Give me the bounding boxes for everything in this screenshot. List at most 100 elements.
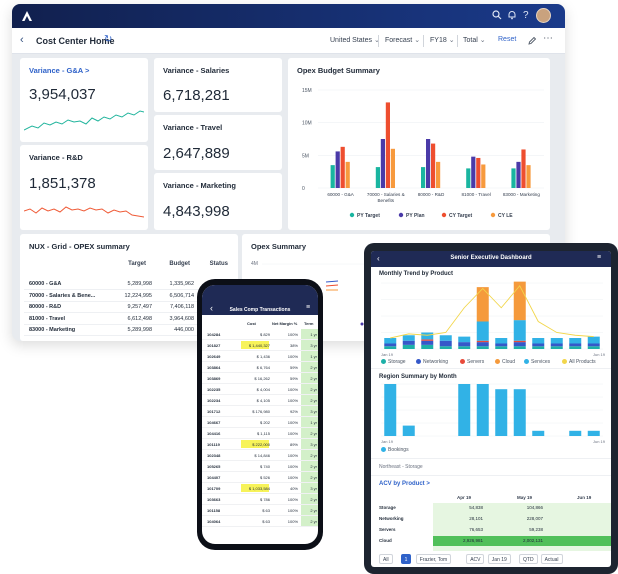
tile-title[interactable]: Variance - G&A > [29, 66, 89, 75]
help-icon[interactable]: ? [523, 10, 529, 22]
legend-swatch [490, 212, 496, 218]
target-value: 9,257,497 [127, 304, 152, 310]
row-label: Cloud [379, 538, 392, 543]
region-summary-chart [381, 383, 603, 437]
cost-value: $ 1,440,327 [248, 343, 270, 348]
filter-country[interactable]: United States ⌄ [330, 36, 380, 44]
table-row[interactable]: 102348 $ 14,846 100% 2 yr [202, 450, 318, 461]
tile-variance-marketing[interactable]: Variance - Marketing 4,843,998 [154, 173, 282, 230]
table-row[interactable]: 104407 $ 526 100% 2 yr [202, 472, 318, 483]
bar [380, 139, 385, 188]
tile-variance-rd[interactable]: Variance - R&D 1,851,378 [20, 145, 148, 230]
target-value: 5,289,998 [127, 327, 152, 333]
cost-value: $ 4,004 [256, 387, 270, 392]
stacked-bar-segment [513, 346, 526, 349]
filter-tab[interactable]: ACV [466, 554, 485, 564]
axis-tick-label: Jan 19 [381, 352, 394, 357]
margin-value: 100% [287, 464, 298, 469]
table-row[interactable]: 104284 $ 829 100% 1 yr [202, 329, 318, 340]
legend-label: Servers [467, 359, 485, 365]
filter-chip[interactable]: Northeast - Storage [379, 464, 423, 470]
column-header: May 19 [517, 495, 533, 500]
table-row[interactable]: 101709 $ 1,033,584 40% 3 yr [202, 483, 318, 494]
user-avatar[interactable] [536, 8, 551, 23]
stacked-bar-segment [476, 340, 489, 343]
divider [423, 35, 424, 47]
column-header: Jun 19 [577, 495, 592, 500]
term-value: 3 yr [310, 409, 317, 414]
margin-value: 92% [289, 409, 298, 414]
tile-variance-travel[interactable]: Variance - Travel 2,647,889 [154, 115, 282, 170]
tile-variance-ga[interactable]: Variance - G&A > 3,954,037 [20, 58, 148, 142]
legend-item: Cloud [495, 359, 515, 365]
bar [521, 149, 526, 188]
margin-value: 100% [287, 431, 298, 436]
legend-bookings: Bookings [381, 447, 409, 453]
term-value: 3 yr [310, 343, 317, 348]
edit-icon[interactable] [528, 36, 537, 45]
stacked-bar-segment [495, 343, 508, 347]
budget-value: 446,000 [174, 327, 194, 333]
y-tick-label: 10M [302, 121, 312, 127]
row-label: 80000 - R&D [29, 304, 62, 310]
legend-item: Storage [381, 359, 406, 365]
menu-icon[interactable]: ≡ [306, 304, 310, 311]
filter-year[interactable]: FY18 ⌄ [430, 36, 455, 44]
table-row[interactable]: 102649 $ 1,436 100% 1 yr [202, 351, 318, 362]
stacked-bar-segment [476, 321, 489, 341]
table-row[interactable]: 101158 $ 63 100% 2 yr [202, 505, 318, 516]
bell-icon[interactable] [507, 10, 517, 20]
table-row[interactable]: 103869 $ 16,262 59% 2 yr [202, 373, 318, 384]
table-row[interactable]: 103864 $ 6,764 59% 2 yr [202, 362, 318, 373]
divider [457, 35, 458, 47]
section-title-link[interactable]: ACV by Product > [379, 481, 430, 487]
filter-tab[interactable]: QTD [519, 554, 538, 564]
table-row[interactable]: 101119 $ 222,000 89% 3 yr [202, 439, 318, 450]
stacked-bar-segment [384, 346, 397, 349]
filter-version[interactable]: Forecast ⌄ [385, 36, 420, 44]
term-value: 2 yr [310, 453, 317, 458]
search-icon[interactable] [492, 10, 502, 20]
axis-tick-label: Jan 19 [381, 439, 394, 444]
term-value: 2 yr [310, 475, 317, 480]
table-row[interactable]: 104064 $ 63 100% 2 yr [202, 516, 318, 527]
table-row[interactable]: 105265 $ 740 100% 2 yr [202, 461, 318, 472]
filter-tab[interactable]: Jan 19 [487, 554, 511, 564]
table-row[interactable]: 103663 $ 786 100% 2 yr [202, 494, 318, 505]
row-id: 103869 [207, 376, 221, 381]
term-value: 2 yr [310, 519, 317, 524]
sparkline [24, 206, 144, 218]
more-icon[interactable]: ⋯ [543, 33, 553, 44]
bar [532, 430, 545, 436]
top-navigation-bar: ? [12, 4, 565, 28]
table-row[interactable]: 104416 $ 1,115 100% 2 yr [202, 428, 318, 439]
screen-title: Sales Comp Transactions [229, 307, 291, 313]
filter-tab[interactable]: All [379, 554, 393, 564]
back-chevron-icon[interactable]: ‹ [20, 34, 24, 46]
bar [587, 430, 600, 436]
tile-variance-salaries[interactable]: Variance - Salaries 6,718,281 [154, 58, 282, 112]
margin-value: 100% [287, 497, 298, 502]
filter-tab[interactable]: 1 [400, 554, 412, 564]
row-id: 102649 [207, 354, 221, 359]
legend-item: Networking [416, 359, 448, 365]
bar [431, 143, 436, 188]
tile-value: 4,843,998 [163, 203, 230, 220]
filter-total[interactable]: Total ⌄ [463, 36, 486, 44]
table-row[interactable]: 101712 $ 176,980 92% 3 yr [202, 406, 318, 417]
table-row[interactable]: 101827 $ 1,440,327 38% 3 yr [202, 340, 318, 351]
row-id: 101709 [207, 486, 221, 491]
filter-tab[interactable]: Frazier, Tom [415, 554, 452, 564]
stacked-bar-segment [384, 338, 397, 344]
reset-button[interactable]: Reset [498, 36, 516, 43]
table-row[interactable]: 102235 $ 4,004 100% 2 yr [202, 384, 318, 395]
filter-tab[interactable]: Actual [540, 554, 563, 564]
row-label: 81000 - Travel [29, 315, 66, 322]
table-row[interactable]: 102234 $ 4,105 100% 2 yr [202, 395, 318, 406]
section-title: Region Summary by Month [379, 374, 457, 380]
margin-value: 100% [287, 354, 298, 359]
menu-icon[interactable]: ≡ [597, 254, 601, 261]
table-row[interactable]: 104667 $ 202 100% 1 yr [202, 417, 318, 428]
sync-icon[interactable]: ↻ [104, 34, 112, 45]
legend-swatch [460, 359, 465, 364]
